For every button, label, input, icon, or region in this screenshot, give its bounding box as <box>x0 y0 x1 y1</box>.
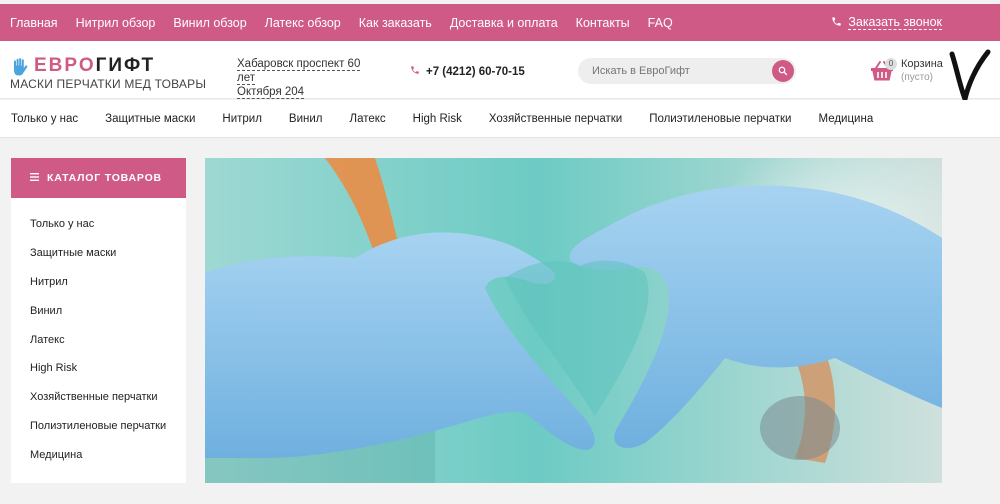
store-address[interactable]: Хабаровск проспект 60 лет Октября 204 <box>237 57 377 99</box>
top-nav-home[interactable]: Главная <box>10 16 58 30</box>
catalog-item-masks[interactable]: Защитные маски <box>11 239 186 268</box>
category-household-gloves[interactable]: Хозяйственные перчатки <box>489 113 622 125</box>
top-nav-vinyl-review[interactable]: Винил обзор <box>173 16 246 30</box>
category-menu: Только у нас Защитные маски Нитрил Винил… <box>0 100 1000 138</box>
catalog-item-polyethylene-gloves[interactable]: Полиэтиленовые перчатки <box>11 412 186 441</box>
cart-status: (пусто) <box>901 72 933 83</box>
cart-widget[interactable]: 0 Корзина (пусто) <box>870 58 950 88</box>
category-medicine[interactable]: Медицина <box>818 113 873 125</box>
phone-number: +7 (4212) 60-70-15 <box>426 65 525 78</box>
category-vinyl[interactable]: Винил <box>289 113 323 125</box>
search-input[interactable] <box>592 58 762 84</box>
top-nav: Главная Нитрил обзор Винил обзор Латекс … <box>10 4 691 41</box>
search-box <box>578 58 796 84</box>
hero-image-gloves-heart <box>205 158 942 483</box>
address-line-1: Хабаровск проспект 60 лет <box>237 58 361 85</box>
top-nav-nitrile-review[interactable]: Нитрил обзор <box>76 16 156 30</box>
category-high-risk[interactable]: High Risk <box>413 113 462 125</box>
catalog-sidebar: КАТАЛОГ ТОВАРОВ Только у нас Защитные ма… <box>11 158 186 483</box>
catalog-title: КАТАЛОГ ТОВАРОВ <box>47 172 162 184</box>
category-polyethylene-gloves[interactable]: Полиэтиленовые перчатки <box>649 113 791 125</box>
catalog-item-high-risk[interactable]: High Risk <box>11 354 186 383</box>
catalog-item-exclusive[interactable]: Только у нас <box>11 210 186 239</box>
hero-banner[interactable] <box>205 158 942 483</box>
search-button[interactable] <box>772 60 794 82</box>
top-nav-delivery-payment[interactable]: Доставка и оплата <box>450 16 558 30</box>
top-nav-faq[interactable]: FAQ <box>648 16 673 30</box>
search-icon <box>778 66 788 76</box>
catalog-item-vinyl[interactable]: Винил <box>11 296 186 325</box>
catalog-header[interactable]: КАТАЛОГ ТОВАРОВ <box>11 158 186 198</box>
category-latex[interactable]: Латекс <box>350 113 386 125</box>
hand-icon <box>14 58 28 76</box>
top-nav-how-to-order[interactable]: Как заказать <box>359 16 432 30</box>
cart-label: Корзина <box>901 58 943 70</box>
category-masks[interactable]: Защитные маски <box>105 113 195 125</box>
top-nav-contacts[interactable]: Контакты <box>576 16 630 30</box>
catalog-list: Только у нас Защитные маски Нитрил Винил… <box>11 198 186 469</box>
phone-icon <box>410 65 420 78</box>
catalog-item-nitrile[interactable]: Нитрил <box>11 268 186 297</box>
brand-tagline: МАСКИ ПЕРЧАТКИ МЕД ТОВАРЫ <box>10 77 207 91</box>
site-header: ЕВРОГИФТ МАСКИ ПЕРЧАТКИ МЕД ТОВАРЫ Хабар… <box>0 41 1000 99</box>
callback-link[interactable]: Заказать звонок <box>831 4 942 41</box>
category-nitrile[interactable]: Нитрил <box>222 113 262 125</box>
cart-count-badge: 0 <box>885 58 897 70</box>
address-line-2: Октября 204 <box>237 86 305 99</box>
phone-icon <box>831 16 842 30</box>
handwritten-v-mark <box>949 49 991 102</box>
burger-icon <box>30 172 39 184</box>
brand-part-1: ЕВРО <box>34 55 96 76</box>
header-phone[interactable]: +7 (4212) 60-70-15 <box>410 65 525 78</box>
top-navigation-bar: Главная Нитрил обзор Винил обзор Латекс … <box>0 4 1000 41</box>
brand-part-2: ГИФТ <box>95 55 156 76</box>
callback-label: Заказать звонок <box>848 15 942 30</box>
category-exclusive[interactable]: Только у нас <box>11 113 78 125</box>
catalog-item-household-gloves[interactable]: Хозяйственные перчатки <box>11 383 186 412</box>
catalog-item-medicine[interactable]: Медицина <box>11 440 186 469</box>
brand-name: ЕВРОГИФТ <box>34 55 155 77</box>
catalog-item-latex[interactable]: Латекс <box>11 325 186 354</box>
top-nav-latex-review[interactable]: Латекс обзор <box>265 16 341 30</box>
